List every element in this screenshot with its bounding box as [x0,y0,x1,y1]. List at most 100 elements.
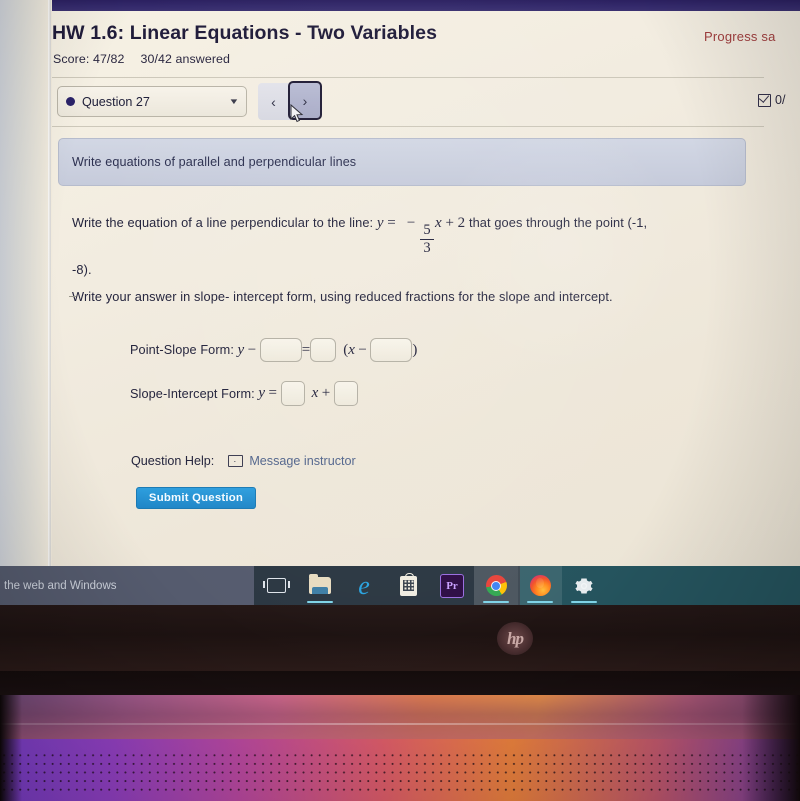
chevron-down-icon: ▼ [228,97,240,106]
taskbar-icons: e Pr [254,566,606,605]
running-indicator [483,601,509,603]
taskbar-item-microsoft-store[interactable] [386,566,430,605]
laptop-screen: HW 1.6: Linear Equations - Two Variables… [0,0,800,605]
ps-x-minus: − [358,341,367,358]
nav-divider-bottom [52,126,764,127]
next-question-button[interactable]: › [288,81,322,120]
premiere-pro-glyph: Pr [446,579,458,592]
si-equals: = [268,385,277,401]
browser-left-gutter [0,0,52,566]
slope-intercept-label: Slope-Intercept Form: [130,386,255,401]
question-select[interactable]: Question 27 ▼ [57,86,247,117]
homework-page: HW 1.6: Linear Equations - Two Variables… [52,11,800,566]
firefox-icon [529,575,551,596]
folder-icon [309,574,331,594]
previous-question-button[interactable]: ‹ [258,83,289,120]
deck-shadow-left [0,695,22,801]
slope-intercept-row: Slope-Intercept Form: y = x + [130,381,358,406]
submit-question-button[interactable]: Submit Question [136,487,256,509]
fraction-five-thirds: 5 3 [420,222,435,257]
si-x: x [311,385,319,401]
math-y: y [376,215,384,231]
laptop-bezel [0,605,800,671]
ps-y: y [237,341,245,358]
score-line: Score: 47/82 30/42 answered [53,52,230,66]
stray-mark [69,296,76,298]
point-slope-y1-input[interactable] [259,338,302,362]
math-minus: − [406,215,416,231]
question-help-row: Question Help: Message instructor [131,454,356,468]
submit-question-label: Submit Question [148,492,244,504]
question-score-badge: 0/ [758,93,785,107]
taskbar-item-microsoft-edge[interactable]: e [342,566,386,605]
premiere-pro-icon: Pr [440,573,464,598]
laptop-deck [0,695,800,801]
hp-logo: hp [497,622,533,655]
page-title: HW 1.6: Linear Equations - Two Variables [52,22,438,44]
running-indicator [307,601,333,603]
math-x: x [435,215,442,231]
si-y: y [258,385,265,401]
windows-taskbar: the web and Windows e Pr [0,566,800,605]
question-line-1: Write the equation of a line perpendicul… [72,209,752,256]
taskbar-item-google-chrome[interactable] [474,566,518,605]
point-slope-x1-input[interactable] [370,338,413,362]
question-select-label: Question 27 [82,94,150,109]
question-points-text: 0/ [775,93,786,107]
taskbar-search-box[interactable]: the web and Windows [0,566,254,605]
point-slope-slope-input[interactable] [310,338,337,362]
hp-logo-text: hp [507,628,524,648]
fraction-numerator: 5 [423,222,431,238]
edge-icon: e [358,570,370,600]
fraction-denominator: 3 [423,240,431,257]
checkbox-icon [758,93,771,107]
taskbar-item-file-explorer[interactable] [298,566,342,605]
ps-x: x [348,341,355,358]
laptop-photo: HW 1.6: Linear Equations - Two Variables… [0,0,800,801]
question-nav-buttons: ‹ › [258,81,322,120]
si-plus: + [321,385,331,401]
point-slope-row: Point-Slope Form: y − = ( x − ) [130,338,417,362]
gutter-edge-highlight [48,0,51,566]
answered-text: 30/42 answered [140,52,231,66]
site-header-strip [52,0,800,11]
point-slope-label: Point-Slope Form: [130,343,234,357]
question-point-continued: -8). [72,262,92,278]
nav-divider-top [52,77,764,78]
question-text-b: that goes through the point (-1, [468,215,648,230]
taskbar-search-placeholder: the web and Windows [4,579,117,592]
math-equals: = [387,215,396,231]
question-line-3: Write your answer in slope- intercept fo… [72,289,613,305]
slope-intercept-intercept-input[interactable] [333,381,358,406]
deck-seam [0,723,800,725]
objective-text: Write equations of parallel and perpendi… [72,155,357,169]
score-text: Score: 47/82 [53,52,125,66]
question-nav-bar: Question 27 ▼ ‹ › 0/ [52,77,800,127]
message-instructor-link[interactable]: Message instructor [249,454,355,468]
question-text-a: Write the equation of a line perpendicul… [72,215,374,230]
taskbar-item-settings[interactable] [562,566,606,605]
deck-shadow-right [742,695,800,801]
speaker-vent-grille [0,751,800,797]
gear-icon [574,576,594,596]
taskbar-item-premiere-pro[interactable]: Pr [430,566,474,605]
ps-equals: = [301,341,311,358]
taskbar-item-task-view[interactable] [254,566,298,605]
ps-close-paren: ) [412,341,418,358]
task-view-icon [262,578,290,593]
store-icon [399,572,417,596]
envelope-icon [228,455,244,467]
math-constant: 2 [457,215,466,231]
question-body: Write the equation of a line perpendicul… [69,209,752,310]
math-plus: + [445,215,455,231]
question-status-dot-icon [66,97,75,106]
slope-intercept-slope-input[interactable] [280,381,305,406]
running-indicator [571,601,597,603]
question-line-2: -8). [69,256,752,298]
running-indicator [527,601,553,603]
taskbar-item-firefox[interactable] [518,566,562,605]
chrome-icon [485,575,507,596]
question-help-label: Question Help: [131,454,215,468]
progress-saved-text: Progress sa [704,29,776,44]
ps-minus: − [247,341,257,358]
